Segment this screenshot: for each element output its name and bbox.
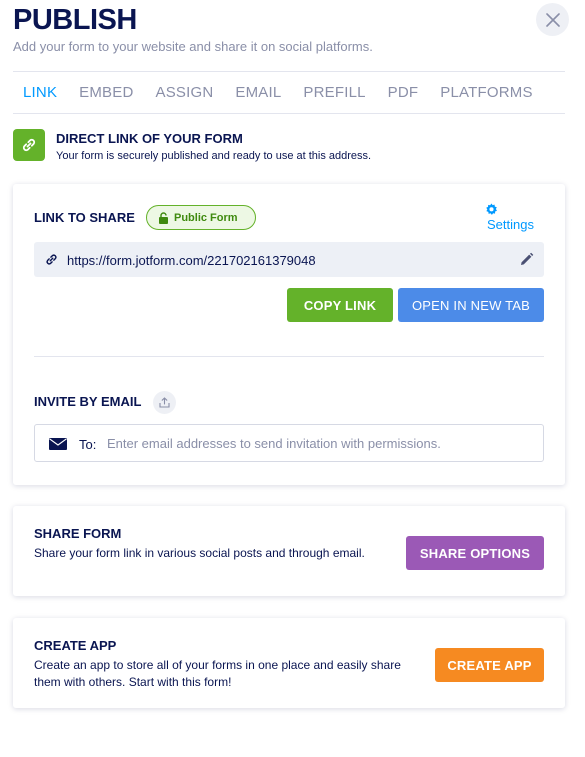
tab-email[interactable]: EMAIL: [235, 84, 281, 101]
create-app-card: CREATE APP Create an app to store all of…: [13, 618, 565, 708]
tab-embed[interactable]: EMBED: [79, 84, 133, 101]
close-button[interactable]: [536, 3, 569, 36]
direct-link-subtitle: Your form is securely published and read…: [56, 150, 372, 162]
tab-prefill[interactable]: PREFILL: [303, 84, 365, 101]
link-card: LINK TO SHARE Public Form Settings https…: [13, 184, 565, 485]
divider: [34, 356, 544, 357]
public-form-badge-label: Public Form: [174, 211, 238, 224]
close-icon: [545, 12, 560, 27]
form-url-field[interactable]: https://form.jotform.com/221702161379048: [34, 242, 544, 277]
page-header: PUBLISH Add your form to your website an…: [13, 2, 572, 54]
tab-assign[interactable]: ASSIGN: [156, 84, 214, 101]
create-app-title: CREATE APP: [34, 638, 117, 653]
tab-platforms[interactable]: PLATFORMS: [440, 84, 532, 101]
invite-email-field: To:: [34, 424, 544, 462]
mail-icon: [49, 438, 67, 450]
settings-label: Settings: [487, 217, 534, 232]
upload-icon: [159, 397, 170, 408]
page-subtitle: Add your form to your website and share …: [13, 39, 373, 54]
publish-tabs: LINK EMBED ASSIGN EMAIL PREFILL PDF PLAT…: [13, 71, 565, 114]
create-app-description: Create an app to store all of your forms…: [34, 658, 401, 689]
direct-link-notice: DIRECT LINK OF YOUR FORM Your form is se…: [13, 129, 565, 163]
page-title: PUBLISH: [13, 4, 137, 36]
link-icon: [46, 254, 57, 265]
edit-icon[interactable]: [519, 252, 534, 267]
tab-link[interactable]: LINK: [23, 84, 57, 101]
to-label: To:: [79, 437, 97, 452]
invite-by-email-label: INVITE BY EMAIL: [34, 394, 142, 409]
tab-pdf[interactable]: PDF: [388, 84, 419, 101]
settings-button[interactable]: Settings: [483, 201, 543, 232]
share-form-description: Share your form link in various social p…: [34, 546, 365, 560]
create-app-button[interactable]: CREATE APP: [435, 648, 544, 682]
invite-email-input[interactable]: [107, 431, 537, 455]
lock-icon: [159, 211, 168, 224]
link-icon: [13, 129, 45, 161]
gear-icon: [486, 203, 497, 215]
copy-link-button[interactable]: COPY LINK: [287, 288, 393, 322]
upload-button[interactable]: [153, 391, 176, 414]
share-form-title: SHARE FORM: [34, 526, 122, 541]
share-form-card: SHARE FORM Share your form link in vario…: [13, 506, 565, 596]
direct-link-title: DIRECT LINK OF YOUR FORM: [56, 131, 243, 146]
share-options-button[interactable]: SHARE OPTIONS: [406, 536, 544, 570]
link-to-share-label: LINK TO SHARE: [34, 210, 135, 225]
form-url: https://form.jotform.com/221702161379048: [67, 253, 316, 268]
open-in-new-tab-button[interactable]: OPEN IN NEW TAB: [398, 288, 544, 322]
public-form-badge: Public Form: [146, 205, 256, 230]
